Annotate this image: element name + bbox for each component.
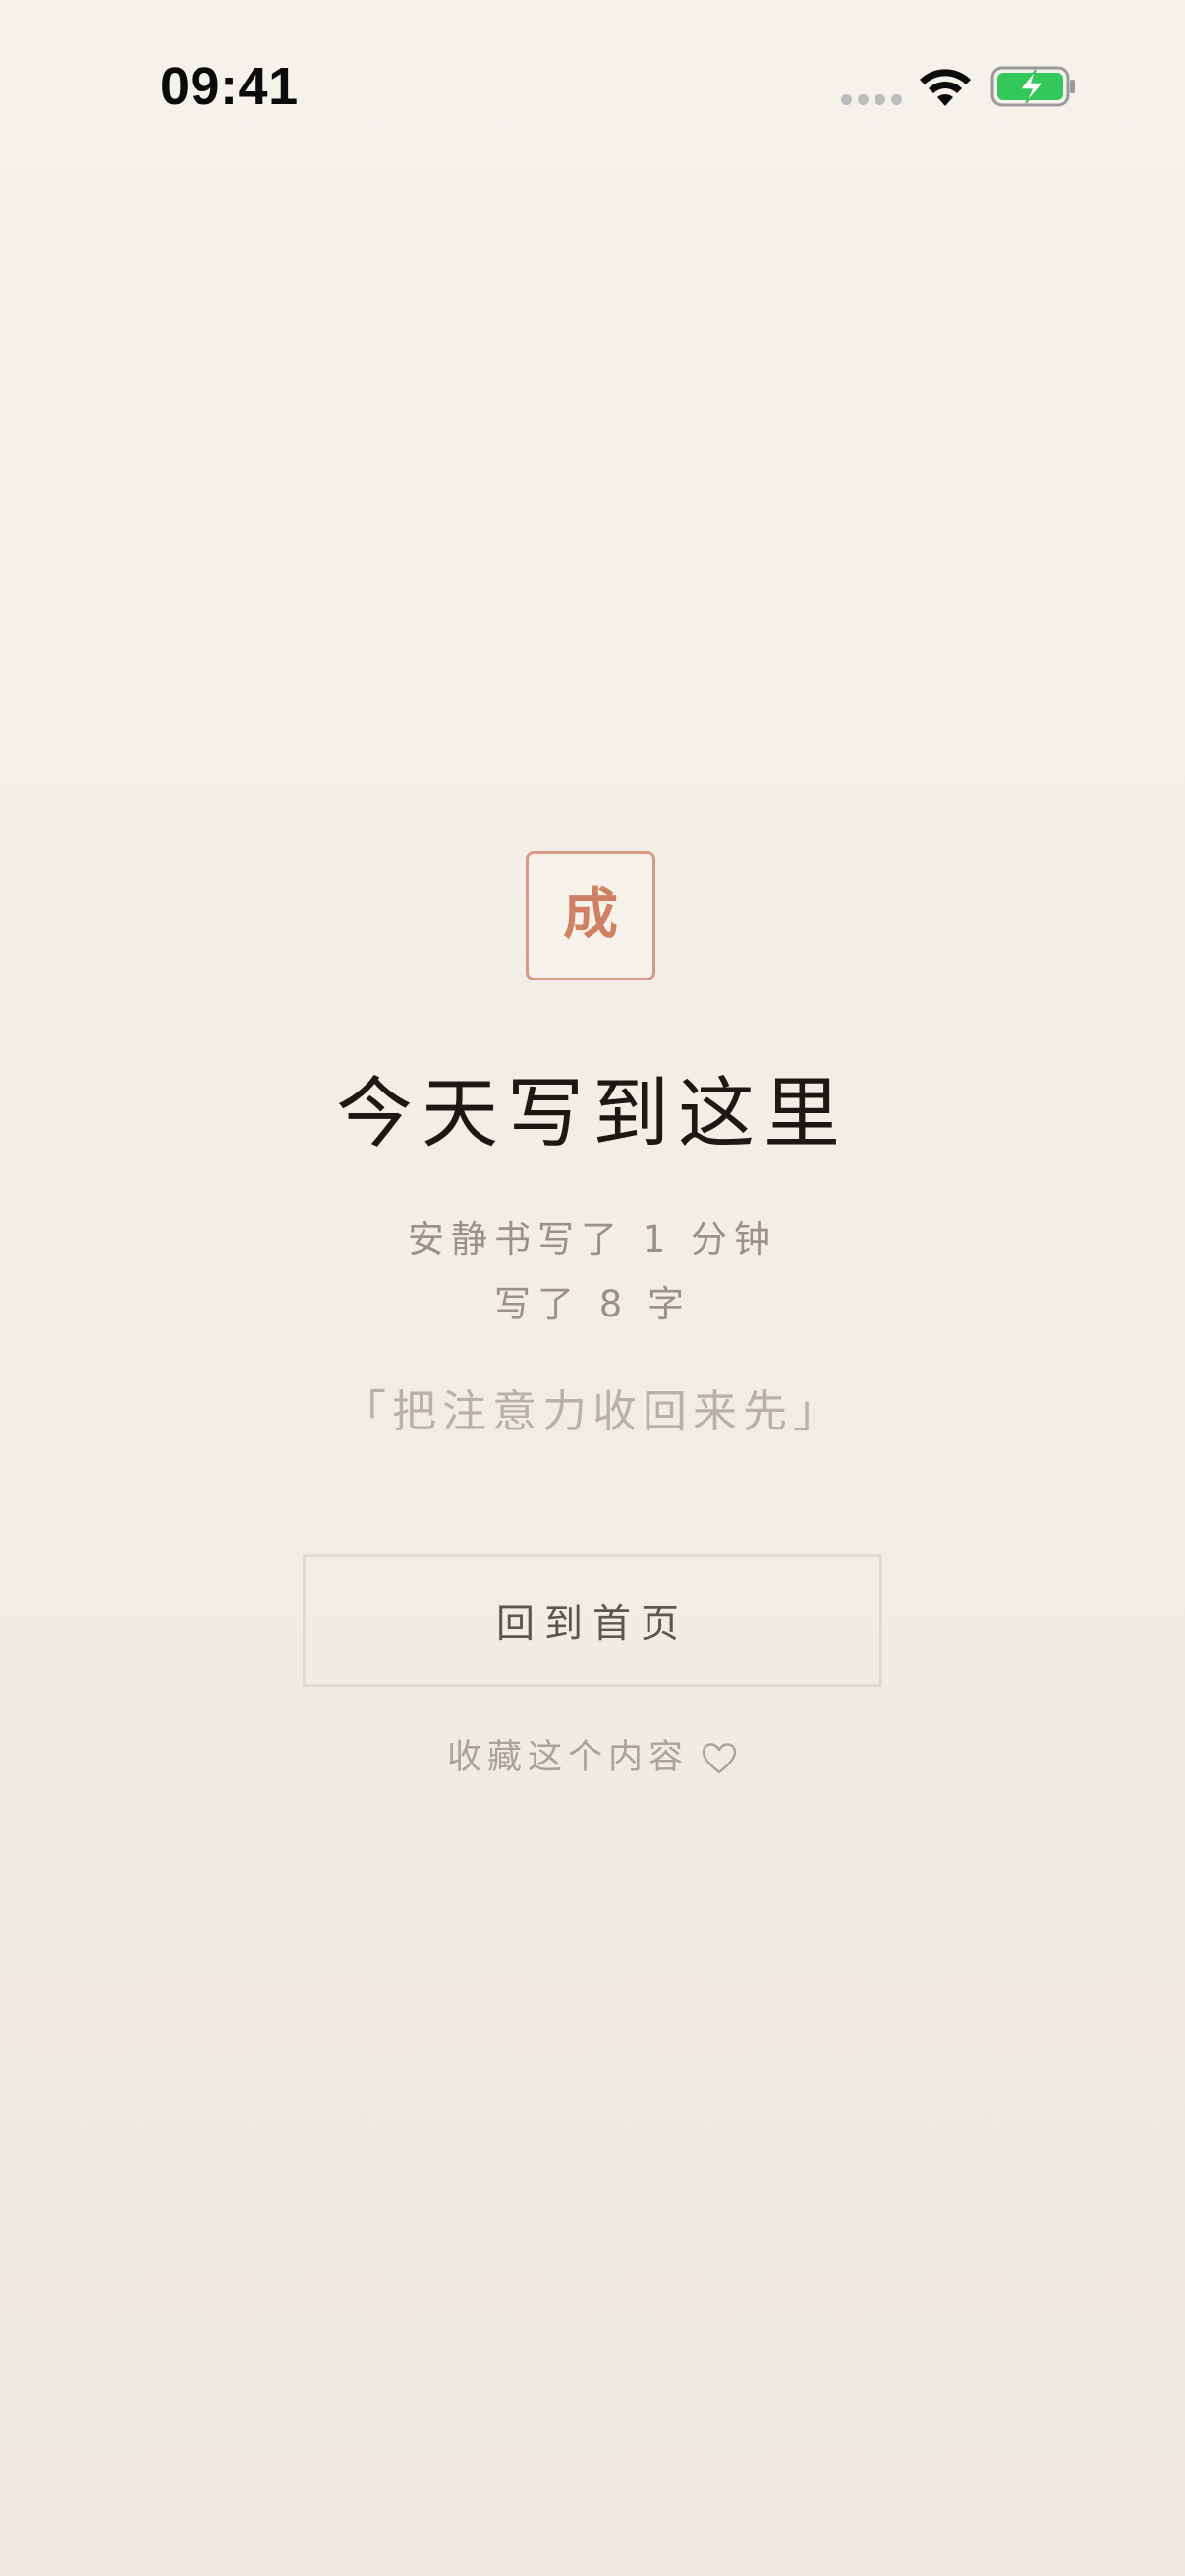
word-count: 写了 8 字 [493, 1283, 692, 1325]
completion-seal: 成 [526, 851, 655, 980]
home-button[interactable]: 回到首页 [303, 1554, 882, 1687]
heart-outline-icon [702, 1742, 737, 1773]
favorite-link[interactable]: 收藏这个内容 [0, 1741, 1185, 1775]
page-title: 今天写到这里 [335, 1070, 849, 1158]
quote-text: 「把注意力收回来先」 [341, 1385, 843, 1437]
writing-duration: 安静书写了 1 分钟 [407, 1218, 778, 1260]
seal-character: 成 [563, 883, 618, 947]
completion-screen: 成 今天写到这里 安静书写了 1 分钟 写了 8 字 「把注意力收回来先」 回到… [0, 0, 1185, 2576]
favorite-label: 收藏这个内容 [446, 1738, 689, 1777]
